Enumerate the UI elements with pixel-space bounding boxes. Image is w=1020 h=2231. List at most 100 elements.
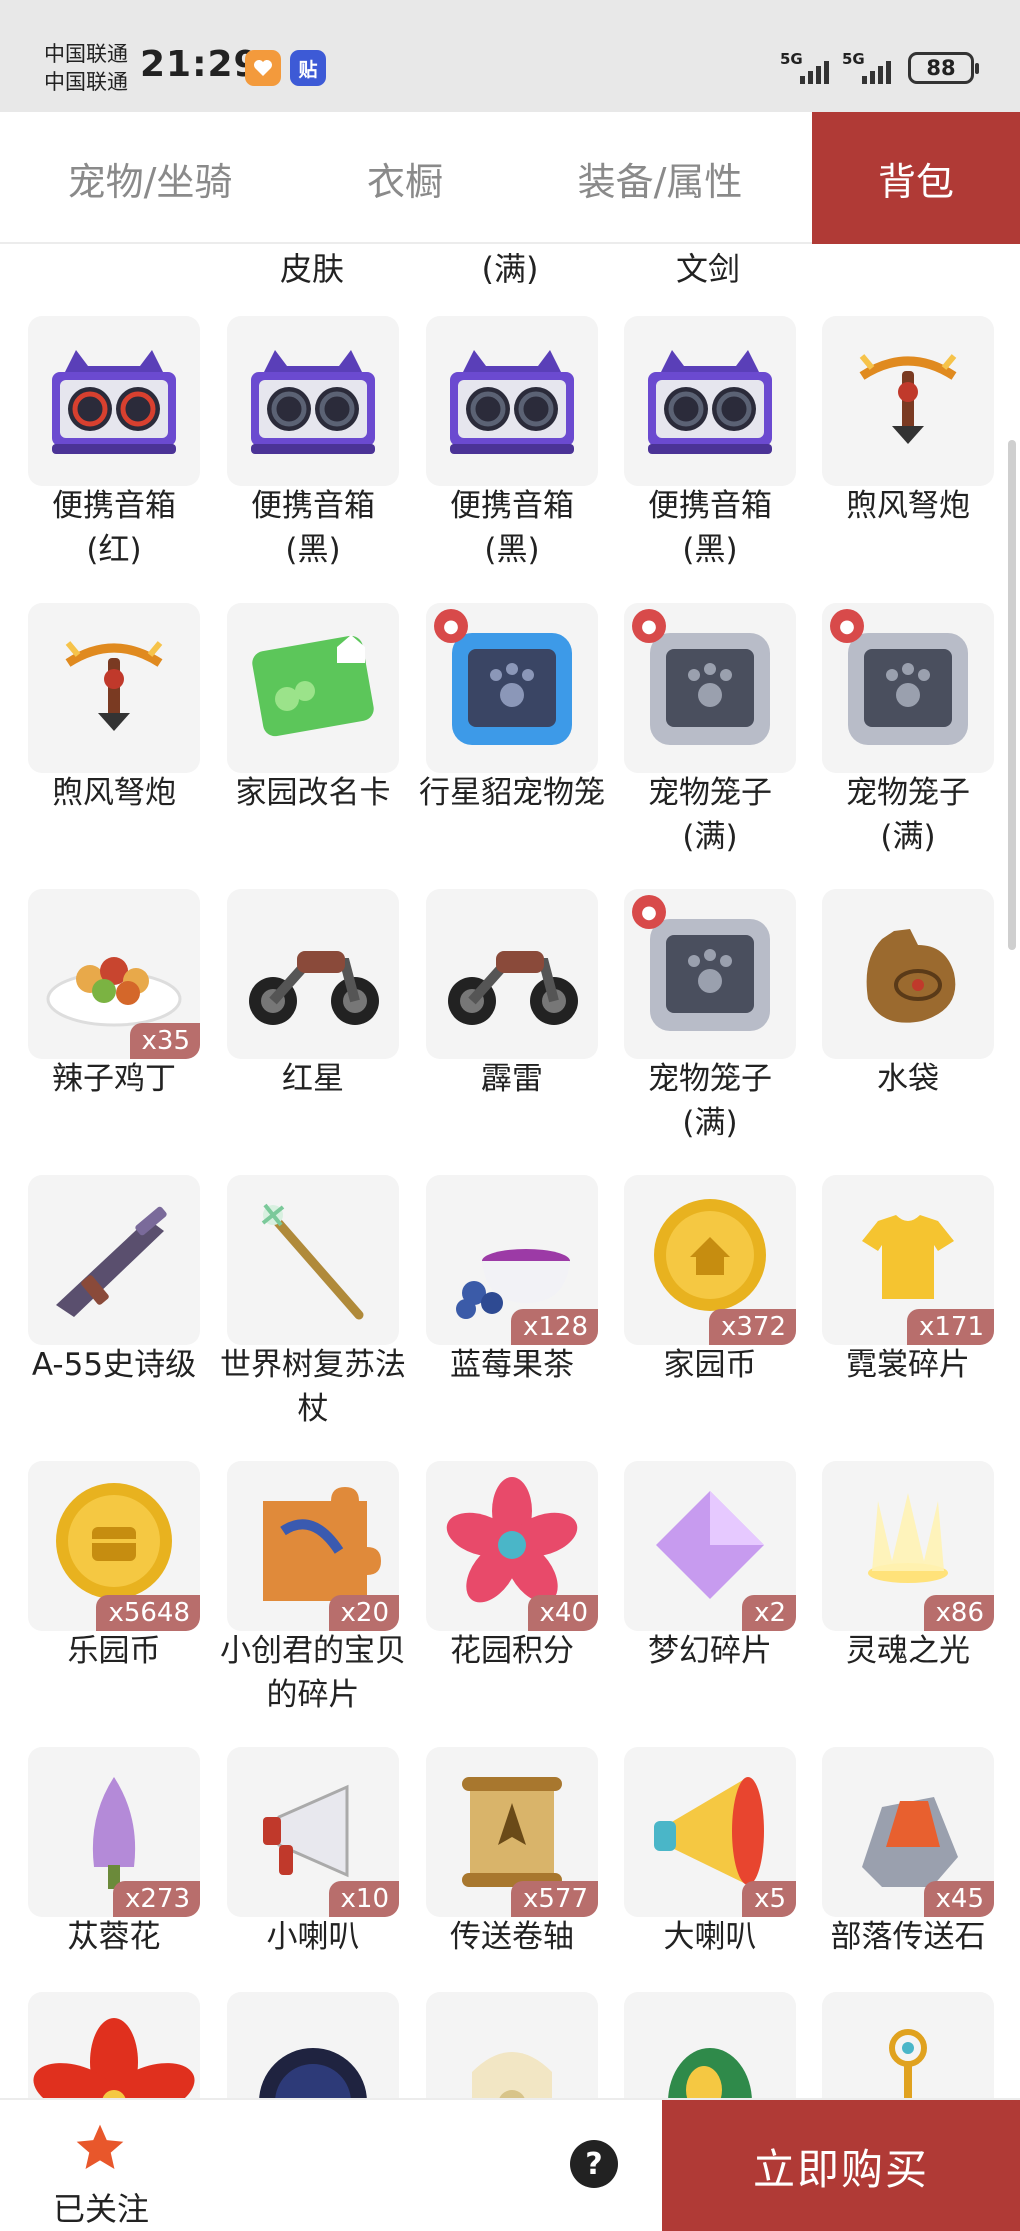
inventory-item[interactable]: x40 花园积分: [426, 1461, 598, 1741]
inventory-item[interactable]: A-55史诗级: [28, 1175, 200, 1455]
item-name: 霓裳碎片: [846, 1347, 970, 1383]
inventory-item[interactable]: x128 蓝莓果茶: [426, 1175, 598, 1455]
item-tile[interactable]: ●: [624, 889, 796, 1059]
inventory-item[interactable]: ● 宠物笼子 (满): [624, 889, 796, 1169]
item-tile[interactable]: [426, 316, 598, 486]
inventory-item[interactable]: x577 传送卷轴: [426, 1747, 598, 2027]
item-name: 行星貂宠物笼: [419, 775, 605, 811]
item-quantity-badge: x45: [923, 1881, 994, 1917]
inventory-item[interactable]: 世界树复苏法杖: [220, 1175, 406, 1455]
item-tile[interactable]: [426, 889, 598, 1059]
tab-equipment[interactable]: 装备/属性: [545, 112, 775, 244]
inventory-item[interactable]: ● 宠物笼子 (满): [822, 603, 994, 883]
item-tile[interactable]: ●: [426, 603, 598, 773]
item-name: 辣子鸡丁: [52, 1061, 176, 1097]
item-tile[interactable]: x35: [28, 889, 200, 1059]
item-name: 便携音箱 (黑): [251, 488, 375, 568]
item-tile[interactable]: x5648: [28, 1461, 200, 1631]
star-icon: [76, 2124, 124, 2169]
inventory-item[interactable]: 便携音箱 (黑): [426, 316, 598, 596]
item-tile[interactable]: [227, 889, 399, 1059]
item-name: 部落传送石: [830, 1919, 986, 1955]
inventory-item[interactable]: x2 梦幻碎片: [624, 1461, 796, 1741]
item-quantity-badge: x10: [328, 1881, 399, 1917]
item-name: 小喇叭: [266, 1919, 360, 1955]
item-tile[interactable]: x372: [624, 1175, 796, 1345]
item-quantity-badge: x171: [906, 1309, 994, 1345]
item-tile[interactable]: x171: [822, 1175, 994, 1345]
crossbow-icon: [859, 354, 957, 444]
item-tile[interactable]: [624, 316, 796, 486]
item-tile[interactable]: ●: [822, 603, 994, 773]
inventory-item[interactable]: 霹雷: [426, 889, 598, 1169]
inventory-item[interactable]: x35 辣子鸡丁: [28, 889, 200, 1169]
item-quantity-badge: x128: [510, 1309, 598, 1345]
item-tile[interactable]: x86: [822, 1461, 994, 1631]
item-tile[interactable]: x273: [28, 1747, 200, 1917]
inventory-item[interactable]: 便携音箱 (黑): [624, 316, 796, 596]
item-tile[interactable]: x40: [426, 1461, 598, 1631]
item-tile[interactable]: [28, 316, 200, 486]
speaker-red-icon: [52, 350, 176, 454]
inventory-item[interactable]: 便携音箱 (黑): [227, 316, 399, 596]
pet-paw-icon: ●: [632, 609, 666, 643]
inventory-item[interactable]: x5 大喇叭: [624, 1747, 796, 2027]
clock: 21:29: [140, 44, 260, 85]
item-name: 乐园币: [67, 1633, 161, 1669]
item-tile[interactable]: x2: [624, 1461, 796, 1631]
item-tile[interactable]: x45: [822, 1747, 994, 1917]
buy-now-button[interactable]: 立即购买: [662, 2100, 1020, 2231]
inventory-item[interactable]: x45 部落传送石: [822, 1747, 994, 2027]
inventory-item[interactable]: 便携音箱 (红): [28, 316, 200, 596]
item-name: 便携音箱 (黑): [648, 488, 772, 568]
item-tile[interactable]: [227, 603, 399, 773]
inventory-item[interactable]: 煦风弩炮: [822, 316, 994, 596]
item-tile[interactable]: x10: [227, 1747, 399, 1917]
inventory-item[interactable]: x372 家园币: [624, 1175, 796, 1455]
item-name: 传送卷轴: [450, 1919, 574, 1955]
item-quantity-badge: x577: [510, 1881, 598, 1917]
inventory-item[interactable]: 家园改名卡: [227, 603, 399, 883]
inventory-item[interactable]: x5648 乐园币: [28, 1461, 200, 1741]
item-name: 苁蓉花: [67, 1919, 161, 1955]
item-tile[interactable]: [822, 316, 994, 486]
item-name: 世界树复苏法杖: [220, 1347, 406, 1427]
item-tile[interactable]: [227, 1175, 399, 1345]
item-tile[interactable]: x20: [227, 1461, 399, 1631]
follow-button[interactable]: 已关注: [36, 2114, 156, 2228]
scrollbar[interactable]: [1008, 440, 1016, 950]
inventory-item[interactable]: 水袋: [822, 889, 994, 1169]
item-tile[interactable]: ●: [624, 603, 796, 773]
item-tile[interactable]: x5: [624, 1747, 796, 1917]
tieba-app-icon: 贴: [290, 50, 326, 86]
inventory-item[interactable]: x171 霓裳碎片: [822, 1175, 994, 1455]
inventory-item[interactable]: x20 小创君的宝贝的碎片: [220, 1461, 406, 1741]
inventory-item[interactable]: x10 小喇叭: [227, 1747, 399, 2027]
item-tile[interactable]: [227, 316, 399, 486]
inventory-item[interactable]: ● 宠物笼子 (满): [624, 603, 796, 883]
item-name: 梦幻碎片: [648, 1633, 772, 1669]
water-bag-icon: [866, 929, 956, 1023]
item-quantity-badge: x40: [527, 1595, 598, 1631]
inventory-item[interactable]: ● 行星貂宠物笼: [419, 603, 605, 883]
help-icon[interactable]: ?: [570, 2140, 618, 2188]
tab-backpack[interactable]: 背包: [812, 112, 1020, 244]
inventory-item[interactable]: x86 灵魂之光: [822, 1461, 994, 1741]
tab-pets-mounts[interactable]: 宠物/坐骑: [40, 112, 260, 244]
item-tile[interactable]: [28, 1175, 200, 1345]
item-tile[interactable]: [28, 603, 200, 773]
inventory-item[interactable]: 红星: [227, 889, 399, 1169]
item-name: 大喇叭: [663, 1919, 757, 1955]
tab-wardrobe[interactable]: 衣橱: [300, 112, 510, 244]
carrier-2: 中国联通: [44, 70, 128, 94]
inventory-item[interactable]: x273 苁蓉花: [28, 1747, 200, 2027]
item-tile[interactable]: [822, 889, 994, 1059]
item-name: 便携音箱 (红): [52, 488, 176, 568]
item-name: 小创君的宝贝的碎片: [220, 1633, 406, 1713]
status-bar: 中国联通 中国联通 21:29 贴 5G 5G 88: [0, 0, 1020, 112]
item-quantity-badge: x2: [742, 1595, 796, 1631]
inventory-item[interactable]: 煦风弩炮: [28, 603, 200, 883]
item-name: 宠物笼子 (满): [648, 1061, 772, 1141]
item-tile[interactable]: x128: [426, 1175, 598, 1345]
item-tile[interactable]: x577: [426, 1747, 598, 1917]
